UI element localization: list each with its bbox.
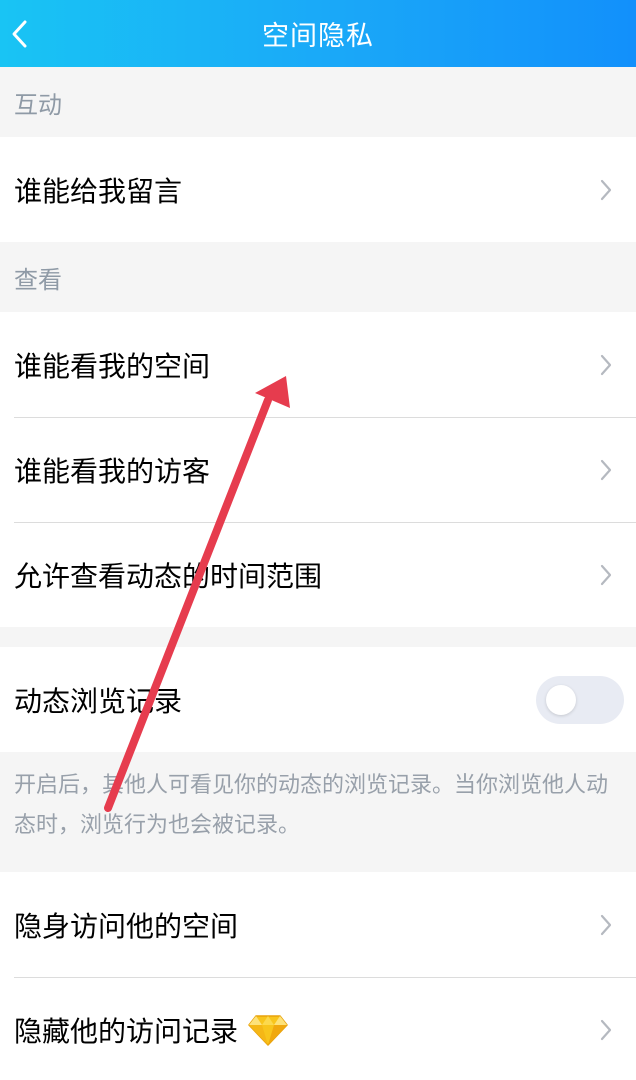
row-label: 隐藏他的访问记录 <box>14 1014 239 1048</box>
browse-record-group: 动态浏览记录 <box>0 647 636 752</box>
row-who-can-message[interactable]: 谁能给我留言 <box>0 137 636 242</box>
row-label: 允许查看动态的时间范围 <box>14 559 323 593</box>
chevron-right-icon <box>600 354 612 375</box>
section-label-view: 查看 <box>14 265 62 294</box>
row-hide-visit-record[interactable]: 隐藏他的访问记录 <box>0 977 636 1080</box>
row-label: 谁能给我留言 <box>14 174 183 208</box>
diamond-icon <box>248 1014 288 1046</box>
stealth-group: 隐身访问他的空间 隐藏他的访问记录 <box>0 872 636 1080</box>
browse-record-toggle[interactable] <box>536 675 624 724</box>
row-feed-time-range[interactable]: 允许查看动态的时间范围 <box>0 522 636 627</box>
row-label: 谁能看我的空间 <box>14 349 211 383</box>
chevron-right-icon <box>600 459 612 480</box>
page-title: 空间隐私 <box>262 21 374 52</box>
row-label: 动态浏览记录 <box>14 684 183 718</box>
chevron-right-icon <box>600 914 612 935</box>
section-label-interaction: 互动 <box>14 90 62 119</box>
view-group: 谁能看我的空间 谁能看我的访客 允许查看动态的时间范围 <box>0 312 636 627</box>
chevron-right-icon <box>600 179 612 200</box>
row-label-with-icon: 隐藏他的访问记录 <box>14 1010 598 1050</box>
browse-record-description: 开启后，其他人可看见你的动态的浏览记录。当你浏览他人动态时，浏览行为也会被记录。 <box>14 773 609 838</box>
back-button[interactable] <box>0 0 40 67</box>
row-label: 隐身访问他的空间 <box>14 909 239 943</box>
row-who-can-view-visitors[interactable]: 谁能看我的访客 <box>0 417 636 522</box>
row-stealth-visit[interactable]: 隐身访问他的空间 <box>0 872 636 977</box>
interaction-group: 谁能给我留言 <box>0 137 636 242</box>
row-label: 谁能看我的访客 <box>14 454 211 488</box>
chevron-right-icon <box>600 1019 612 1040</box>
toggle-knob <box>546 684 576 715</box>
app-header: 空间隐私 <box>0 0 636 67</box>
chevron-right-icon <box>600 564 612 585</box>
row-who-can-view-space[interactable]: 谁能看我的空间 <box>0 312 636 417</box>
row-browse-record: 动态浏览记录 <box>0 647 636 752</box>
back-arrow-icon <box>12 20 27 47</box>
